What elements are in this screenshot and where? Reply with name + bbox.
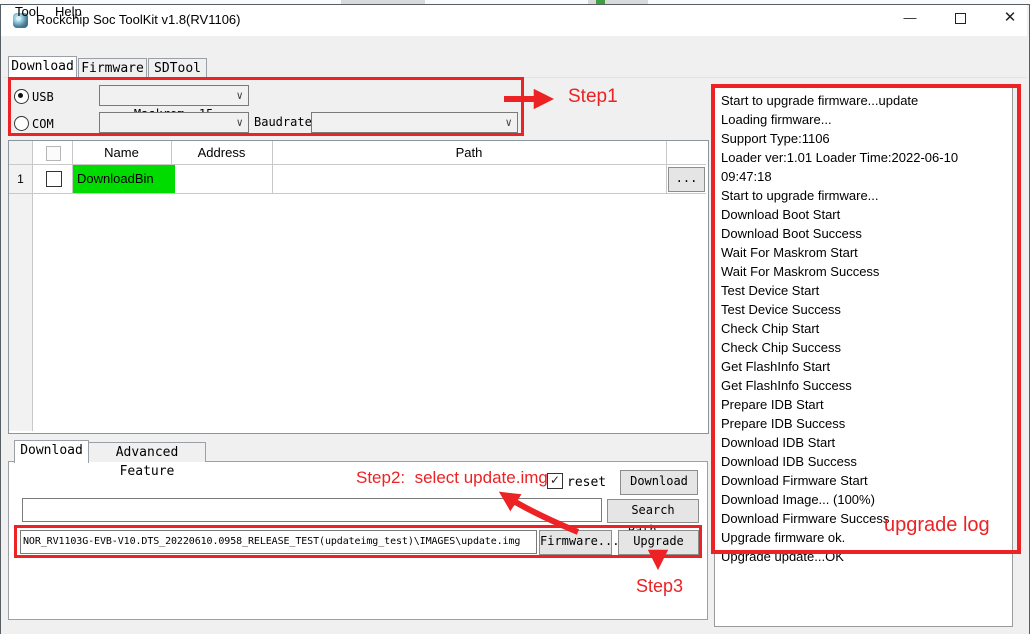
com-port-select[interactable]: ∨ (99, 112, 249, 133)
download-button[interactable]: Download (620, 470, 698, 495)
minimize-button[interactable]: — (890, 6, 930, 30)
column-header-address: Address (171, 145, 272, 160)
log-line: Get FlashInfo Success (721, 376, 1012, 395)
log-line: Download Boot Success (721, 224, 1012, 243)
maximize-button[interactable] (940, 6, 980, 30)
cell-path[interactable] (273, 165, 666, 193)
log-line: Prepare IDB Start (721, 395, 1012, 414)
log-line: Download Firmware Start (721, 471, 1012, 490)
radio-dot-icon (18, 93, 23, 98)
log-line: Test Device Success (721, 300, 1012, 319)
search-path-input[interactable] (22, 498, 602, 522)
row-checkbox[interactable] (46, 171, 62, 187)
log-line: Prepare IDB Success (721, 414, 1012, 433)
baudrate-select[interactable]: ∨ (311, 112, 518, 133)
log-line: Support Type:1106 (721, 129, 1012, 148)
upgrade-log-label: upgrade log (884, 514, 990, 537)
header-select-all-checkbox[interactable] (46, 146, 61, 161)
step2-label: Step2: select update.img (356, 468, 548, 488)
step3-label: Step3 (636, 576, 683, 597)
usb-mode-select[interactable]: Maskrom 15 ∨ (99, 85, 249, 106)
upgrade-log-panel[interactable]: Start to upgrade firmware...updateLoadin… (714, 87, 1013, 627)
menu-item-tool[interactable]: Tool (10, 3, 44, 20)
browse-button[interactable]: ... (668, 167, 705, 192)
log-line: Download IDB Success (721, 452, 1012, 471)
column-header-name: Name (72, 145, 171, 160)
chevron-down-icon: ∨ (236, 86, 243, 105)
row-index: 1 (9, 165, 32, 193)
upgrade-button[interactable]: Upgrade (618, 530, 699, 555)
lower-tab-download[interactable]: Download (14, 440, 89, 463)
tab-firmware[interactable]: Firmware (78, 58, 147, 78)
log-line: Start to upgrade firmware...update (721, 91, 1012, 110)
com-radio-label: COM (32, 117, 54, 131)
maximize-icon (955, 13, 966, 24)
reset-label: reset (567, 475, 606, 490)
tab-download[interactable]: Download (8, 56, 77, 78)
log-line: Check Chip Success (721, 338, 1012, 357)
com-radio[interactable] (14, 116, 29, 131)
baudrate-label: Baudrate: (254, 115, 319, 129)
close-icon: ✕ (1004, 9, 1017, 26)
log-line: Download Boot Start (721, 205, 1012, 224)
log-line: Start to upgrade firmware... (721, 186, 1012, 205)
close-button[interactable]: ✕ (990, 6, 1030, 30)
lower-tab-advanced-feature[interactable]: Advanced Feature (88, 442, 206, 462)
chevron-down-icon: ∨ (236, 113, 243, 132)
cell-address[interactable] (172, 165, 272, 193)
usb-radio-label: USB (32, 90, 54, 104)
firmware-button[interactable]: Firmware... (539, 530, 612, 555)
column-header-path: Path (272, 145, 666, 160)
file-table: Name Address Path 1 DownloadBin ... (8, 140, 709, 434)
log-line: Check Chip Start (721, 319, 1012, 338)
cell-name[interactable]: DownloadBin (73, 165, 175, 193)
minimize-icon: — (904, 10, 917, 25)
screenshot-stage: Rockchip Soc ToolKit v1.8(RV1106) — ✕ To… (0, 0, 1030, 634)
log-line: Test Device Start (721, 281, 1012, 300)
menu-bar (1, 36, 1027, 57)
menu-item-help[interactable]: Help (50, 3, 87, 20)
log-line: Loader ver:1.01 Loader Time:2022-06-10 0… (721, 148, 1012, 186)
check-icon: ✓ (550, 473, 560, 487)
divider (9, 193, 706, 194)
upgrade-log-lines: Start to upgrade firmware...updateLoadin… (715, 88, 1012, 566)
log-line: Download IDB Start (721, 433, 1012, 452)
log-line: Download Image... (100%) (721, 490, 1012, 509)
firmware-path-input[interactable]: NOR_RV1103G-EVB-V10.DTS_20220610.0958_RE… (20, 530, 537, 554)
chevron-down-icon: ∨ (505, 113, 512, 132)
log-line: Wait For Maskrom Success (721, 262, 1012, 281)
log-line: Wait For Maskrom Start (721, 243, 1012, 262)
tab-sdtool[interactable]: SDTool (148, 58, 207, 78)
usb-radio[interactable] (14, 89, 29, 104)
log-line: Upgrade update...OK (721, 547, 1012, 566)
search-path-button[interactable]: Search Path... (607, 499, 699, 523)
step1-label: Step1 (568, 86, 618, 108)
log-line: Get FlashInfo Start (721, 357, 1012, 376)
log-line: Loading firmware... (721, 110, 1012, 129)
divider (666, 141, 667, 193)
reset-checkbox[interactable]: ✓ (547, 473, 563, 489)
